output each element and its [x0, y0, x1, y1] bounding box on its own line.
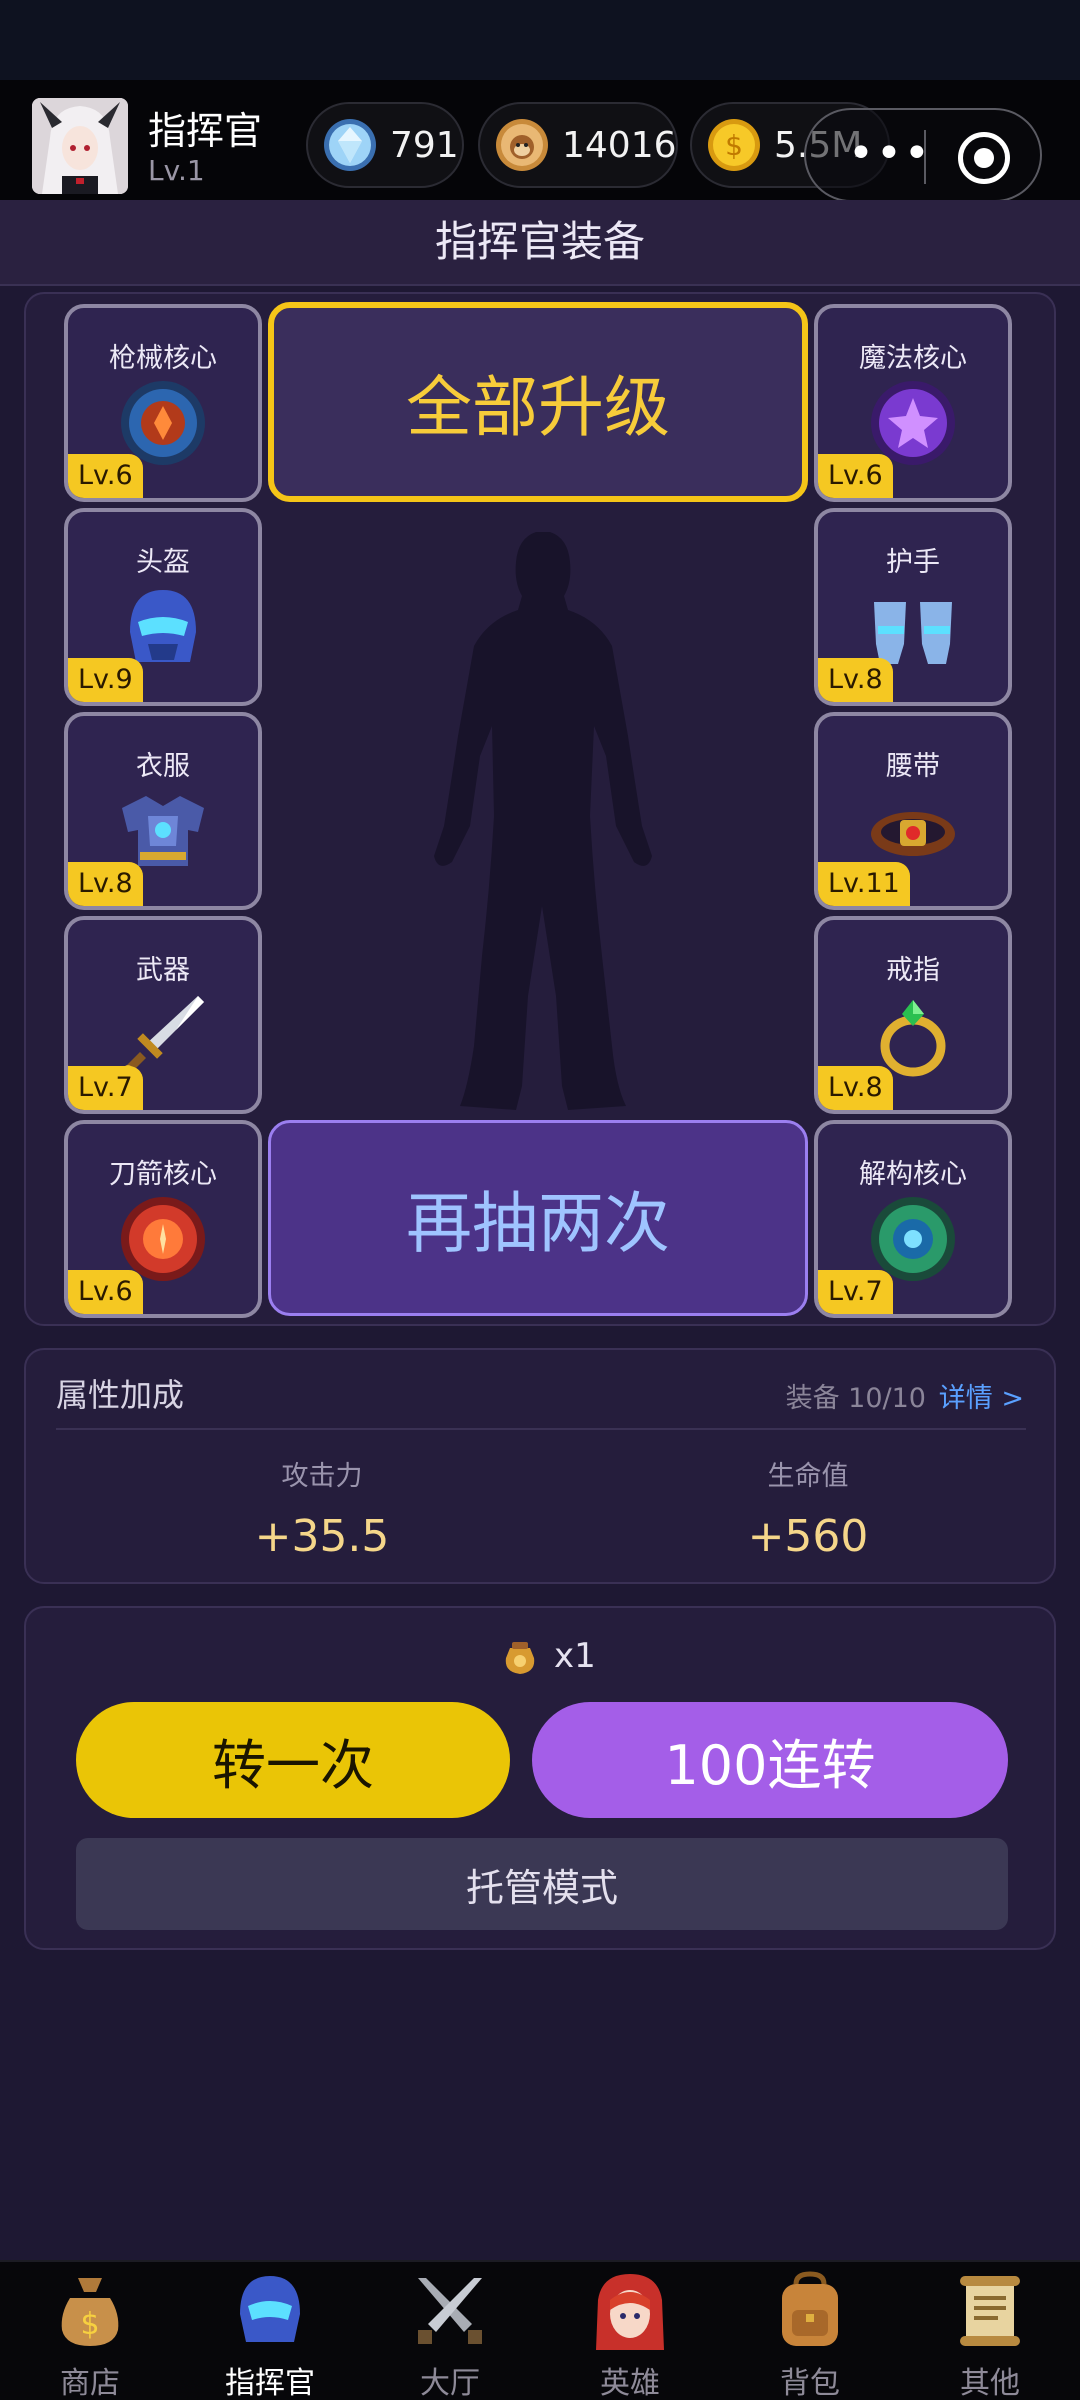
- backpack-icon: [770, 2270, 850, 2350]
- slot-gun-core[interactable]: 枪械核心 Lv.6: [64, 304, 262, 502]
- nav-label: 其他: [960, 2366, 1020, 2400]
- auto-mode-button[interactable]: 托管模式: [76, 1838, 1008, 1930]
- slot-deconstruct-core[interactable]: 解构核心 Lv.7: [814, 1120, 1012, 1318]
- spin-once-button[interactable]: 转一次: [76, 1702, 510, 1818]
- nav-other[interactable]: 其他: [900, 2262, 1080, 2400]
- spin-token: x1: [500, 1636, 596, 1676]
- monkey-coin-count: 14016: [562, 124, 677, 166]
- monkey-coin-currency[interactable]: 14016: [478, 102, 678, 188]
- commander-silhouette: [418, 526, 668, 1126]
- avatar[interactable]: [32, 98, 128, 194]
- slot-name: 魔法核心: [859, 343, 967, 374]
- slot-armor[interactable]: 衣服 Lv.8: [64, 712, 262, 910]
- level-badge: Lv.7: [818, 1270, 893, 1314]
- top-bar: 指挥官 Lv.1 791 14016 $ •••: [0, 80, 1080, 202]
- stat-label: 生命值: [767, 1461, 849, 1492]
- level-badge: Lv.8: [68, 862, 143, 906]
- slot-blade-core[interactable]: 刀箭核心 Lv.6: [64, 1120, 262, 1318]
- money-bag-icon: $: [50, 2270, 130, 2350]
- level-badge: Lv.6: [68, 1270, 143, 1314]
- slot-name: 武器: [136, 955, 190, 986]
- nav-label: 指挥官: [225, 2366, 315, 2400]
- level-badge: Lv.7: [68, 1066, 143, 1110]
- commander-helmet-icon: [230, 2270, 310, 2350]
- player-level: Lv.1: [148, 154, 205, 187]
- attribute-divider: [56, 1428, 1026, 1430]
- svg-text:$: $: [725, 129, 743, 162]
- bottom-nav: $ 商店 指挥官 大厅 英雄 背包 其他: [0, 2260, 1080, 2400]
- level-badge: Lv.8: [818, 1066, 893, 1110]
- token-count: x1: [554, 1636, 596, 1676]
- stat-value: +560: [747, 1511, 869, 1562]
- slot-weapon[interactable]: 武器 Lv.7: [64, 916, 262, 1114]
- monkey-coin-icon: [494, 117, 550, 173]
- nav-hero[interactable]: 英雄: [540, 2262, 720, 2400]
- hero-portrait-icon: [590, 2270, 670, 2350]
- target-icon[interactable]: [958, 132, 1010, 184]
- stat-hp: 生命值 +560: [658, 1454, 958, 1562]
- slot-name: 枪械核心: [109, 343, 217, 374]
- nav-label: 大厅: [420, 2366, 480, 2400]
- nav-label: 商店: [60, 2366, 120, 2400]
- gold-coin-icon: $: [706, 117, 762, 173]
- title-divider: [0, 284, 1080, 286]
- slot-magic-core[interactable]: 魔法核心 Lv.6: [814, 304, 1012, 502]
- slot-helmet[interactable]: 头盔 Lv.9: [64, 508, 262, 706]
- mini-program-capsule: •••: [804, 108, 1042, 202]
- detail-link[interactable]: 详情 >: [939, 1376, 1024, 1415]
- level-badge: Lv.11: [818, 862, 910, 906]
- slot-name: 护手: [886, 547, 940, 578]
- capsule-divider: [924, 130, 926, 184]
- equip-count: 装备 10/10: [785, 1383, 926, 1414]
- nav-label: 英雄: [600, 2366, 660, 2400]
- svg-text:$: $: [80, 2307, 99, 2342]
- more-dots-icon[interactable]: •••: [848, 132, 932, 176]
- slot-belt[interactable]: 腰带 Lv.11: [814, 712, 1012, 910]
- diamond-icon: [322, 117, 378, 173]
- slot-name: 衣服: [136, 751, 190, 782]
- level-badge: Lv.9: [68, 658, 143, 702]
- attribute-panel: 属性加成 装备 10/10 详情 > 攻击力 +35.5 生命值 +560: [24, 1348, 1056, 1584]
- level-badge: Lv.6: [68, 454, 143, 498]
- diamond-currency[interactable]: 791: [306, 102, 464, 188]
- token-pot-icon: [500, 1636, 540, 1676]
- spin-100-button[interactable]: 100连转: [532, 1702, 1008, 1818]
- nav-shop[interactable]: $ 商店: [0, 2262, 180, 2400]
- slot-name: 戒指: [886, 955, 940, 986]
- level-badge: Lv.6: [818, 454, 893, 498]
- upgrade-all-button[interactable]: 全部升级: [268, 302, 808, 502]
- stat-value: +35.5: [254, 1511, 390, 1562]
- slot-name: 头盔: [136, 547, 190, 578]
- stat-attack: 攻击力 +35.5: [172, 1454, 472, 1562]
- player-name: 指挥官: [148, 109, 263, 153]
- attribute-title: 属性加成: [56, 1376, 185, 1414]
- slot-gauntlets[interactable]: 护手 Lv.8: [814, 508, 1012, 706]
- nav-commander[interactable]: 指挥官: [180, 2262, 360, 2400]
- nav-lobby[interactable]: 大厅: [360, 2262, 540, 2400]
- status-bar: [0, 0, 1080, 80]
- level-badge: Lv.8: [818, 658, 893, 702]
- slot-name: 腰带: [886, 751, 940, 782]
- slot-name: 解构核心: [859, 1159, 967, 1190]
- nav-label: 背包: [780, 2366, 840, 2400]
- scroll-icon: [950, 2270, 1030, 2350]
- diamond-count: 791: [390, 124, 459, 166]
- crossed-swords-icon: [410, 2270, 490, 2350]
- slot-ring[interactable]: 戒指 Lv.8: [814, 916, 1012, 1114]
- spin-panel: x1 转一次 100连转 托管模式: [24, 1606, 1056, 1950]
- slot-name: 刀箭核心: [109, 1159, 217, 1190]
- stat-label: 攻击力: [281, 1461, 363, 1492]
- nav-backpack[interactable]: 背包: [720, 2262, 900, 2400]
- page-title: 指挥官装备: [0, 200, 1080, 284]
- draw-twice-button[interactable]: 再抽两次: [268, 1120, 808, 1316]
